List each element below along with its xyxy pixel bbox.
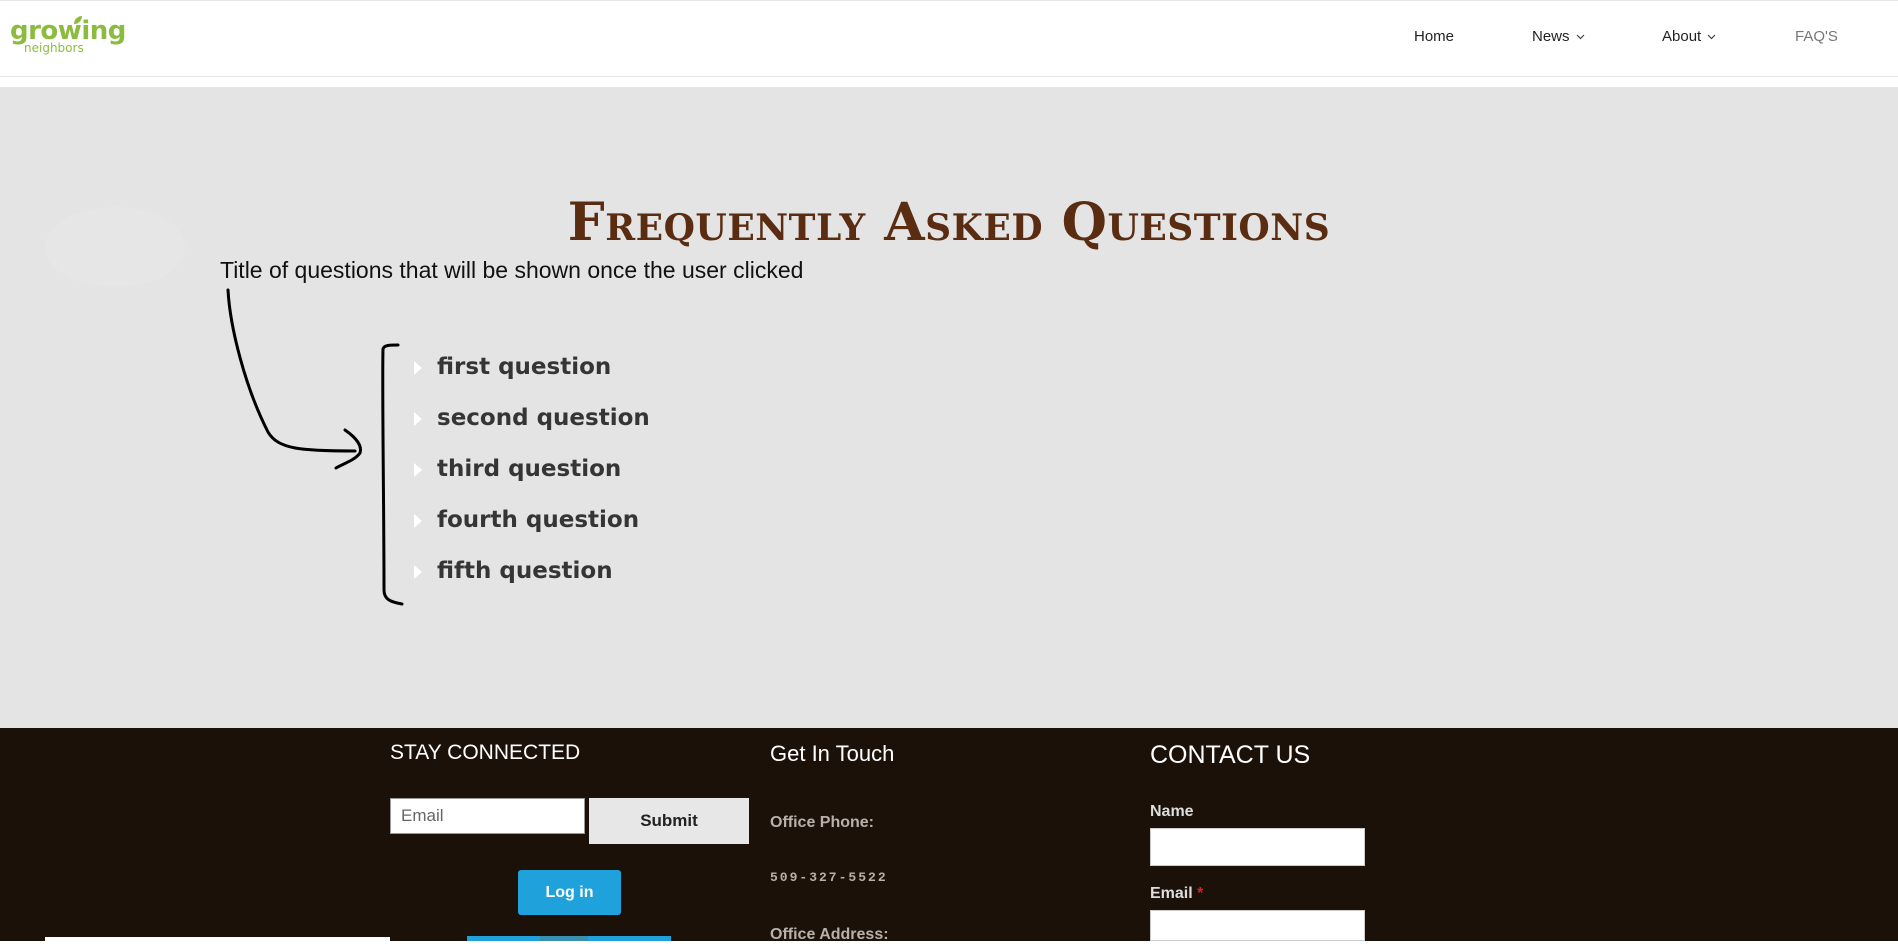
caret-right-icon (414, 514, 422, 528)
newsletter-email-input[interactable] (390, 798, 585, 834)
email-label: Email (1150, 885, 1193, 902)
annotation-drawing (226, 288, 404, 606)
office-address-label: Office Address: (770, 926, 889, 943)
office-phone-label: Office Phone: (770, 814, 875, 831)
main-nav: Home News About FAQ'S (0, 28, 1898, 48)
caret-right-icon (414, 565, 422, 579)
chevron-down-icon (1707, 34, 1716, 40)
nav-about-label: About (1662, 28, 1702, 45)
site-footer: STAY CONNECTED Submit Log in Get In Touc… (0, 728, 1898, 943)
name-label: Name (1150, 803, 1194, 820)
arrow-annotation-icon (226, 288, 357, 453)
get-in-touch-heading: Get In Touch (770, 741, 895, 766)
bracket-annotation-icon (381, 343, 404, 606)
faq-question-label: second question (437, 405, 650, 431)
faq-question-label: third question (437, 456, 622, 482)
nav-news[interactable]: News (1532, 28, 1585, 45)
email-label-row: Email * (1150, 885, 1203, 903)
stay-connected-heading: STAY CONNECTED (390, 741, 581, 764)
submit-button[interactable]: Submit (589, 798, 749, 844)
site-header: growing neighbors Home News About FAQ'S (0, 0, 1898, 77)
nav-about[interactable]: About (1662, 28, 1716, 45)
caret-right-icon (414, 361, 422, 375)
faq-question-label: fourth question (437, 507, 640, 533)
required-mark: * (1197, 885, 1204, 902)
nav-faqs[interactable]: FAQ'S (1795, 28, 1838, 45)
arrowhead (334, 428, 362, 470)
nav-news-label: News (1532, 28, 1570, 45)
footer-button-segment (540, 936, 588, 941)
office-phone-value[interactable]: 509-327-5522 (770, 870, 888, 885)
caret-right-icon (414, 412, 422, 426)
faq-question-label: first question (437, 354, 612, 380)
leaf-icon (74, 16, 82, 24)
login-button[interactable]: Log in (518, 870, 621, 915)
caret-right-icon (414, 463, 422, 477)
contact-us-heading: CONTACT US (1150, 741, 1311, 769)
email-field[interactable] (1150, 910, 1365, 941)
name-field[interactable] (1150, 828, 1365, 866)
faq-question-label: fifth question (437, 558, 613, 584)
chevron-down-icon (1576, 34, 1584, 40)
faq-section: Frequently Asked Questions Title of ques… (0, 87, 1898, 728)
footer-divider (45, 937, 390, 941)
nav-home[interactable]: Home (1414, 28, 1454, 45)
